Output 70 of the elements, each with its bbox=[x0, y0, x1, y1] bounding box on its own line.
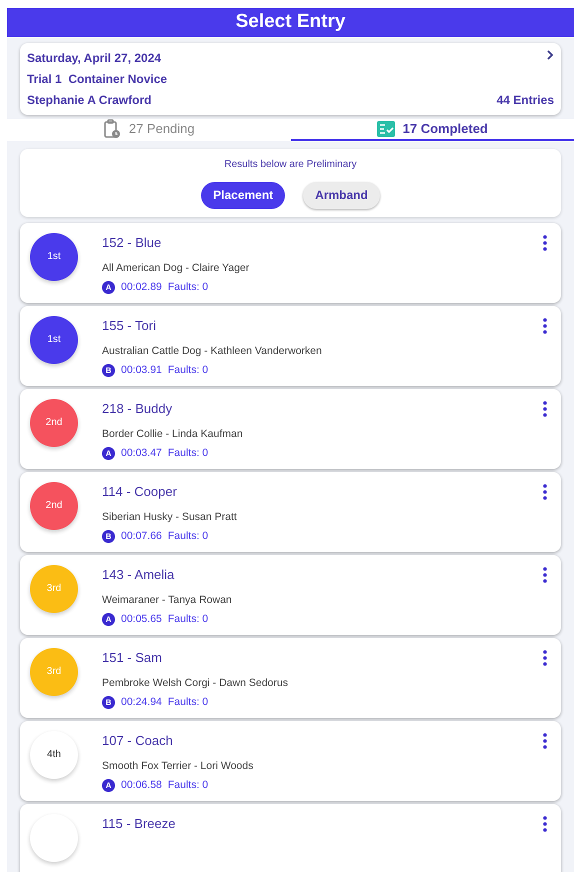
trial-date: Saturday, April 27, 2024 bbox=[27, 50, 162, 66]
entry-count: 44 Entries bbox=[496, 92, 554, 108]
placement-label: 4th bbox=[47, 748, 61, 762]
entry-card[interactable]: 1st 155 - Tori Australian Cattle Dog - Kathleen Vanderworken B 00:03.91 Faults: 0 bbox=[20, 306, 561, 386]
entry-card[interactable]: 2nd 218 - Buddy Border Collie - Linda Kaufman A 00:03.47 Faults: 0 bbox=[20, 388, 561, 468]
run-time: 00:05.65 bbox=[121, 612, 162, 627]
entry-card[interactable]: 3rd 143 - Amelia Weimaraner - Tanya Rowan A 00:05.65 Faults: 0 bbox=[20, 554, 561, 634]
more-options-icon[interactable] bbox=[543, 400, 547, 416]
preliminary-notice: Results below are Preliminary bbox=[224, 158, 357, 172]
section-badge: B bbox=[102, 530, 115, 544]
run-time: 00:03.91 bbox=[121, 362, 162, 378]
more-options-icon[interactable] bbox=[543, 234, 547, 250]
entry-title: 152 - Blue bbox=[102, 234, 162, 252]
entry-card[interactable]: 3rd 151 - Sam Pembroke Welsh Corgi - Dawn Sedorus B 00:24.94 Faults: 0 bbox=[20, 638, 561, 718]
placement-label: 3rd bbox=[46, 665, 62, 679]
breed-handler: Border Collie - Linda Kaufman bbox=[102, 427, 244, 442]
breed-handler: Weimaraner - Tanya Rowan bbox=[102, 593, 233, 608]
entry-title: 155 - Tori bbox=[102, 316, 157, 334]
run-time: 00:06.58 bbox=[121, 778, 162, 793]
entry-title: 218 - Buddy bbox=[102, 400, 174, 418]
entry-card[interactable]: 2nd 114 - Cooper Siberian Husky - Susan Pratt B 00:07.66 Faults: 0 bbox=[20, 472, 561, 552]
entry-title: 151 - Sam bbox=[102, 648, 163, 666]
faults-count: Faults: 0 bbox=[168, 694, 208, 710]
faults-count: Faults: 0 bbox=[168, 778, 208, 793]
more-options-icon[interactable] bbox=[543, 484, 547, 500]
entry-title: 143 - Amelia bbox=[102, 566, 176, 584]
faults-count: Faults: 0 bbox=[168, 280, 208, 295]
sort-toggle[interactable]: Armband bbox=[303, 182, 380, 208]
breed-handler: Pembroke Welsh Corgi - Dawn Sedorus bbox=[102, 676, 289, 691]
breed-handler: Siberian Husky - Susan Pratt bbox=[102, 510, 238, 525]
faults-count: Faults: 0 bbox=[168, 528, 208, 544]
faults-count: Faults: 0 bbox=[168, 612, 208, 627]
section-badge: B bbox=[102, 364, 115, 378]
judge-name: Stephanie A Crawford bbox=[27, 92, 152, 108]
sort-toggle[interactable]: Placement bbox=[201, 182, 286, 208]
breed-handler: Smooth Fox Terrier - Lori Woods bbox=[102, 759, 254, 774]
section-badge: A bbox=[102, 613, 115, 626]
more-options-icon[interactable] bbox=[543, 732, 547, 748]
placement-label: 2nd bbox=[46, 416, 62, 430]
run-time: 00:02.89 bbox=[121, 280, 162, 295]
section-badge: B bbox=[102, 696, 115, 710]
more-options-icon[interactable] bbox=[543, 566, 547, 582]
entry-card[interactable]: 115 - Breeze bbox=[20, 804, 561, 872]
faults-count: Faults: 0 bbox=[168, 446, 208, 461]
run-time: 00:03.47 bbox=[121, 446, 162, 461]
more-options-icon[interactable] bbox=[543, 816, 547, 832]
trial-class: Trial 1 Container Novice bbox=[27, 70, 168, 88]
run-time: 00:07.66 bbox=[121, 528, 162, 544]
run-time: 00:24.94 bbox=[121, 694, 162, 710]
more-options-icon[interactable] bbox=[543, 318, 547, 334]
breed-handler: Australian Cattle Dog - Kathleen Vanderworken bbox=[102, 344, 323, 359]
placement-label: 3rd bbox=[46, 582, 62, 596]
section-badge: A bbox=[102, 779, 115, 792]
entry-card[interactable]: 4th 107 - Coach Smooth Fox Terrier - Lori Woods A 00:06.58 Faults: 0 bbox=[20, 720, 561, 800]
trial-info-card[interactable]: Saturday, April 27, 2024 Trial 1 Container Novice Stephanie A Crawford 44 Entries bbox=[20, 42, 561, 114]
entry-title: 114 - Cooper bbox=[102, 482, 178, 501]
status-tab[interactable]: 17 Completed bbox=[290, 118, 574, 140]
faults-count: Faults: 0 bbox=[168, 362, 208, 378]
placement-label: 1st bbox=[47, 250, 61, 264]
entry-title: 107 - Coach bbox=[102, 732, 174, 750]
placement-label: 1st bbox=[47, 333, 61, 347]
placement-label: 2nd bbox=[46, 499, 62, 513]
page-title: Select Entry bbox=[236, 10, 346, 34]
more-options-icon[interactable] bbox=[543, 650, 547, 666]
entry-title: 115 - Breeze bbox=[102, 814, 176, 832]
section-badge: A bbox=[102, 281, 115, 294]
entry-card[interactable]: 1st 152 - Blue All American Dog - Claire Yager A 00:02.89 Faults: 0 bbox=[20, 222, 561, 302]
breed-handler: All American Dog - Claire Yager bbox=[102, 261, 250, 276]
section-badge: A bbox=[102, 447, 115, 460]
chevron-right-icon bbox=[546, 48, 554, 60]
